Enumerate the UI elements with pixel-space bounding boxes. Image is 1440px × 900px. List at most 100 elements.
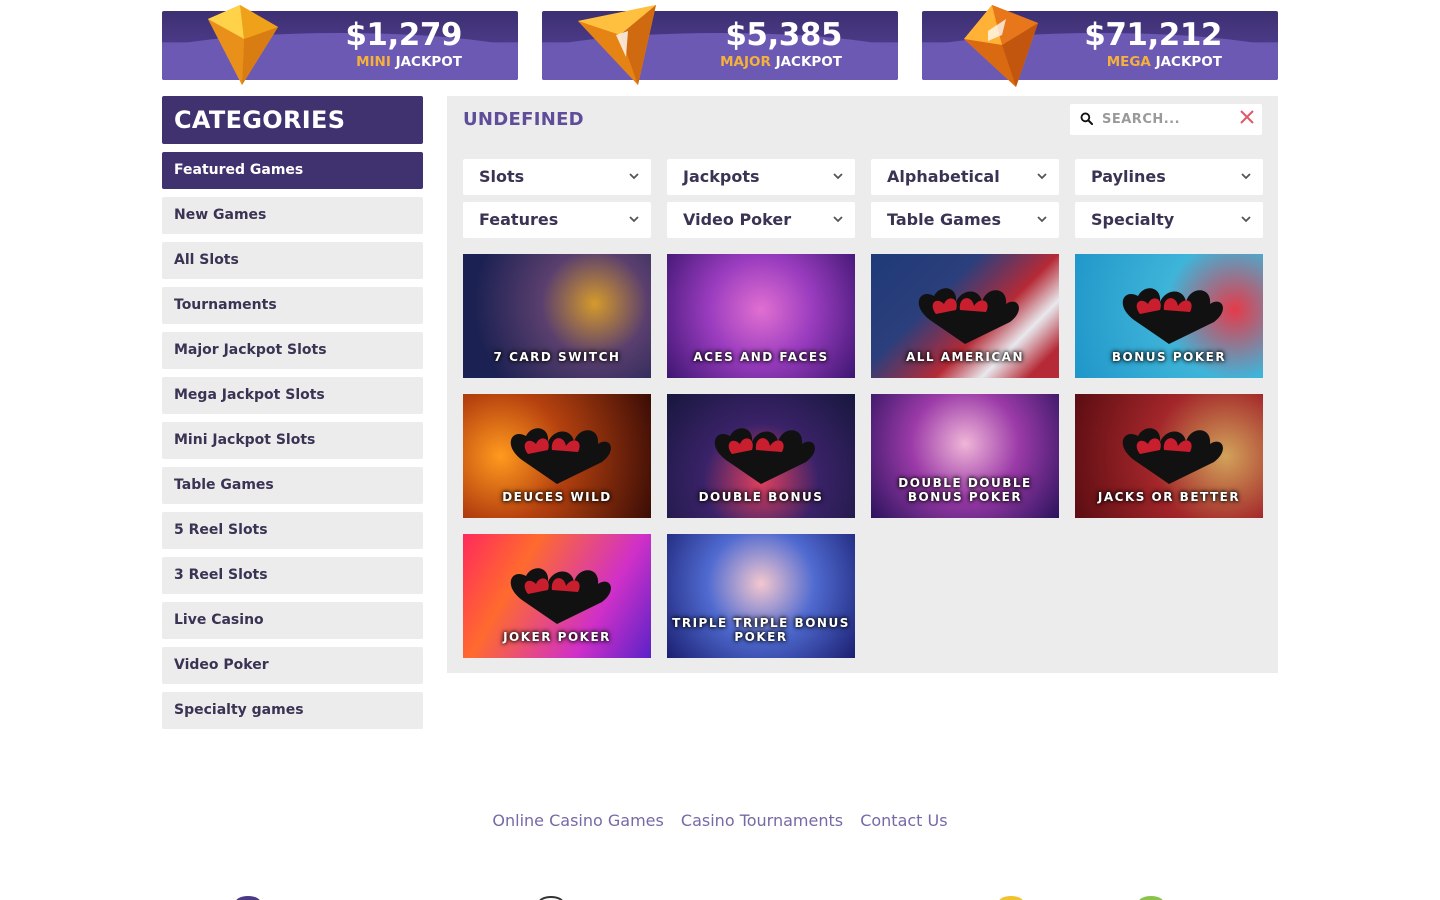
filter-label: Table Games [887,210,1001,229]
jackpot-tier: MINI [356,54,391,70]
game-title: BONUS POKER [1111,350,1227,364]
jackpot-mini[interactable]: $1,279 MINI JACKPOT [162,5,518,85]
footer-link-casino-tournaments[interactable]: Casino Tournaments [681,811,843,830]
game-tile[interactable]: TRIPLE TRIPLE BONUS POKER [667,534,855,658]
footer-link-online-casino-games[interactable]: Online Casino Games [492,811,663,830]
close-icon[interactable] [1240,110,1254,124]
search-icon[interactable] [1080,112,1093,125]
jackpot-bar: $1,279 MINI JACKPOT $5,385 MAJOR JACKPOT [162,5,1278,87]
filter-grid: Slots Jackpots Alphabetical Paylines Fea… [463,159,1263,238]
categories-heading: CATEGORIES [162,96,423,144]
jackpot-suffix: JACKPOT [395,54,462,70]
game-tile[interactable]: ACES AND FACES [667,254,855,378]
card-suits-emblem-icon [714,428,815,484]
filter-specialty[interactable]: Specialty [1075,202,1263,238]
game-tile[interactable]: 7 CARD SWITCH [463,254,651,378]
filter-label: Paylines [1091,167,1166,186]
panel-title: UNDEFINED [463,109,584,130]
game-title: JACKS OR BETTER [1097,490,1241,504]
filter-table-games[interactable]: Table Games [871,202,1059,238]
games-panel: UNDEFINED Slots Jackpots Alphabetical Pa… [447,96,1278,673]
filter-features[interactable]: Features [463,202,651,238]
gem-icon [964,5,1038,87]
filter-label: Video Poker [683,210,792,229]
game-tile[interactable]: DEUCES WILD [463,394,651,518]
game-title: ACES AND FACES [693,350,829,364]
game-title: ALL AMERICAN [905,350,1025,364]
sidebar-item-video-poker[interactable]: Video Poker [162,647,423,684]
jackpot-tier: MAJOR [720,54,771,70]
category-list: Featured Games New Games All Slots Tourn… [162,152,423,729]
game-title: JOKER POKER [503,630,611,644]
game-tile[interactable]: DOUBLE BONUS [667,394,855,518]
filter-label: Specialty [1091,210,1175,229]
filter-label: Features [479,210,559,229]
chevron-down-icon [833,216,843,223]
footer-logo-icon [235,896,261,900]
jackpot-major[interactable]: $5,385 MAJOR JACKPOT [542,5,898,85]
sidebar-item-new-games[interactable]: New Games [162,197,423,234]
jackpot-amount: $1,279 [345,17,462,53]
jackpot-suffix: JACKPOT [775,54,842,70]
chevron-down-icon [629,216,639,223]
jackpot-suffix: JACKPOT [1155,54,1222,70]
sidebar-item-major-jackpot-slots[interactable]: Major Jackpot Slots [162,332,423,369]
jackpot-label: MEGA JACKPOT [1107,54,1222,70]
chevron-down-icon [1241,173,1251,180]
filter-video-poker[interactable]: Video Poker [667,202,855,238]
sidebar-item-mega-jackpot-slots[interactable]: Mega Jackpot Slots [162,377,423,414]
chevron-down-icon [1037,173,1047,180]
game-title: DEUCES WILD [502,490,612,504]
filter-label: Jackpots [683,167,760,186]
jackpot-amount: $71,212 [1084,17,1222,53]
footer-link-contact-us[interactable]: Contact Us [860,811,947,830]
gem-icon [578,5,656,85]
filter-label: Alphabetical [887,167,1000,186]
filter-jackpots[interactable]: Jackpots [667,159,855,195]
filter-alphabetical[interactable]: Alphabetical [871,159,1059,195]
footer-logo-icon [998,896,1024,900]
chevron-down-icon [1241,216,1251,223]
game-tile[interactable]: JACKS OR BETTER [1075,394,1263,518]
game-tile[interactable]: ALL AMERICAN [871,254,1059,378]
footer-logo-icon [1138,896,1164,900]
card-suits-emblem-icon [918,288,1019,344]
filter-slots[interactable]: Slots [463,159,651,195]
game-title: DOUBLE DOUBLE BONUS POKER [898,476,1032,504]
sidebar-item-3-reel-slots[interactable]: 3 Reel Slots [162,557,423,594]
sidebar-item-live-casino[interactable]: Live Casino [162,602,423,639]
jackpot-label: MAJOR JACKPOT [720,54,842,70]
jackpot-mega[interactable]: $71,212 MEGA JACKPOT [922,5,1278,87]
categories-sidebar: CATEGORIES Featured Games New Games All … [162,96,423,737]
chevron-down-icon [1037,216,1047,223]
chevron-down-icon [629,173,639,180]
card-suits-emblem-icon [510,428,611,484]
footer-logos [0,894,1440,900]
sidebar-item-table-games[interactable]: Table Games [162,467,423,504]
sidebar-item-featured-games[interactable]: Featured Games [162,152,423,189]
filter-label: Slots [479,167,525,186]
sidebar-item-specialty-games[interactable]: Specialty games [162,692,423,729]
game-tile[interactable]: DOUBLE DOUBLE BONUS POKER [871,394,1059,518]
sidebar-item-all-slots[interactable]: All Slots [162,242,423,279]
page: $1,279 MINI JACKPOT $5,385 MAJOR JACKPOT [0,0,1440,900]
game-title: 7 CARD SWITCH [493,350,621,364]
search-input[interactable] [1102,104,1232,135]
chevron-down-icon [833,173,843,180]
footer-links: Online Casino Games Casino Tournaments C… [0,811,1440,830]
sidebar-item-mini-jackpot-slots[interactable]: Mini Jackpot Slots [162,422,423,459]
game-grid: 7 CARD SWITCH ACES AND FACES ALL AMERICA… [463,254,1263,658]
game-tile[interactable]: BONUS POKER [1075,254,1263,378]
sidebar-item-5-reel-slots[interactable]: 5 Reel Slots [162,512,423,549]
sidebar-item-tournaments[interactable]: Tournaments [162,287,423,324]
card-suits-emblem-icon [510,568,611,624]
jackpot-amount: $5,385 [725,17,842,53]
game-title: TRIPLE TRIPLE BONUS POKER [672,616,850,644]
card-suits-emblem-icon [1122,428,1223,484]
game-tile[interactable]: JOKER POKER [463,534,651,658]
filter-paylines[interactable]: Paylines [1075,159,1263,195]
jackpot-label: MINI JACKPOT [356,54,462,70]
jackpot-tier: MEGA [1106,54,1151,70]
search-box [1070,104,1262,135]
gem-icon [208,5,278,85]
